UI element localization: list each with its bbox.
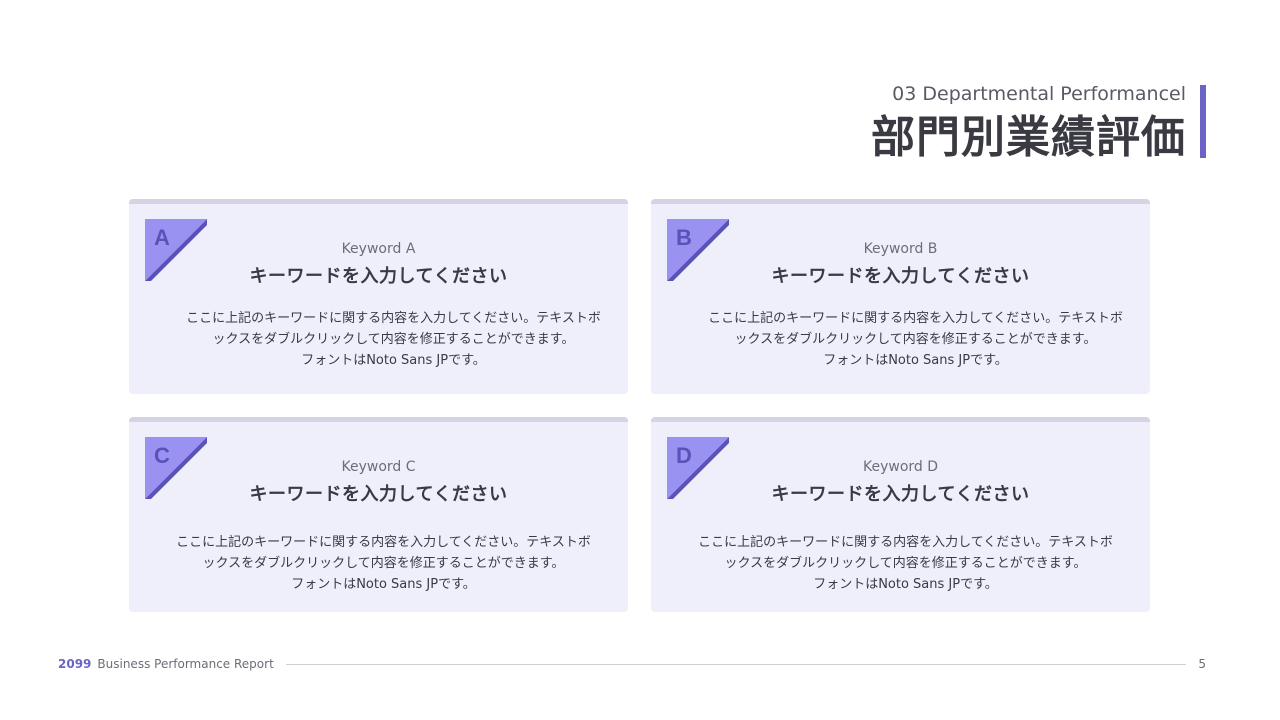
page-number: 5 (1198, 657, 1206, 671)
keyword-card-a: A Keyword A キーワードを入力してください ここに上記のキーワードに関… (129, 199, 628, 394)
card-body: ここに上記のキーワードに関する内容を入力してください。テキストボ ックスをダブル… (681, 532, 1130, 595)
card-body: ここに上記のキーワードに関する内容を入力してください。テキストボ ックスをダブル… (159, 532, 608, 595)
card-heading: キーワードを入力してください (771, 484, 1030, 505)
keyword-card-d: D Keyword D キーワードを入力してください ここに上記のキーワードに関… (651, 417, 1150, 612)
title-accent-bar (1200, 85, 1206, 158)
keyword-label: Keyword D (862, 459, 939, 475)
footer-year: 2099 (58, 657, 92, 671)
body-line: フォントはNoto Sans JPです。 (301, 353, 486, 368)
card-heading: キーワードを入力してください (249, 484, 508, 505)
body-line: ックスをダブルクリックして内容を修正することができます。 (212, 332, 575, 347)
body-line: フォントはNoto Sans JPです。 (291, 577, 476, 592)
body-line: ックスをダブルクリックして内容を修正することができます。 (202, 556, 565, 571)
body-line: ここに上記のキーワードに関する内容を入力してください。テキストボ (708, 311, 1123, 326)
keyword-label: Keyword A (341, 241, 416, 257)
footer-divider (285, 663, 1187, 665)
keyword-card-b: B Keyword B キーワードを入力してください ここに上記のキーワードに関… (651, 199, 1150, 394)
card-body: ここに上記のキーワードに関する内容を入力してください。テキストボ ックスをダブル… (691, 308, 1140, 371)
body-line: ックスをダブルクリックして内容を修正することができます。 (734, 332, 1097, 347)
body-line: ここに上記のキーワードに関する内容を入力してください。テキストボ (698, 535, 1113, 550)
card-heading: キーワードを入力してください (249, 266, 508, 287)
body-line: ここに上記のキーワードに関する内容を入力してください。テキストボ (186, 311, 601, 326)
keyword-card-c: C Keyword C キーワードを入力してください ここに上記のキーワードに関… (129, 417, 628, 612)
page-title: 部門別業績評価 (871, 112, 1186, 163)
keyword-label: Keyword B (863, 241, 938, 257)
card-body: ここに上記のキーワードに関する内容を入力してください。テキストボ ックスをダブル… (169, 308, 618, 371)
slide-header: 03 Departmental Performancel 部門別業績評価 (871, 82, 1186, 166)
body-line: フォントはNoto Sans JPです。 (823, 353, 1008, 368)
slide-footer: 2099 Business Performance Report 5 (58, 655, 1206, 673)
keyword-label: Keyword C (341, 459, 416, 475)
body-line: フォントはNoto Sans JPです。 (813, 577, 998, 592)
section-subtitle: 03 Departmental Performancel (892, 83, 1186, 105)
body-line: ックスをダブルクリックして内容を修正することができます。 (724, 556, 1087, 571)
body-line: ここに上記のキーワードに関する内容を入力してください。テキストボ (176, 535, 591, 550)
footer-report-title: Business Performance Report (97, 657, 274, 671)
card-heading: キーワードを入力してください (771, 266, 1030, 287)
